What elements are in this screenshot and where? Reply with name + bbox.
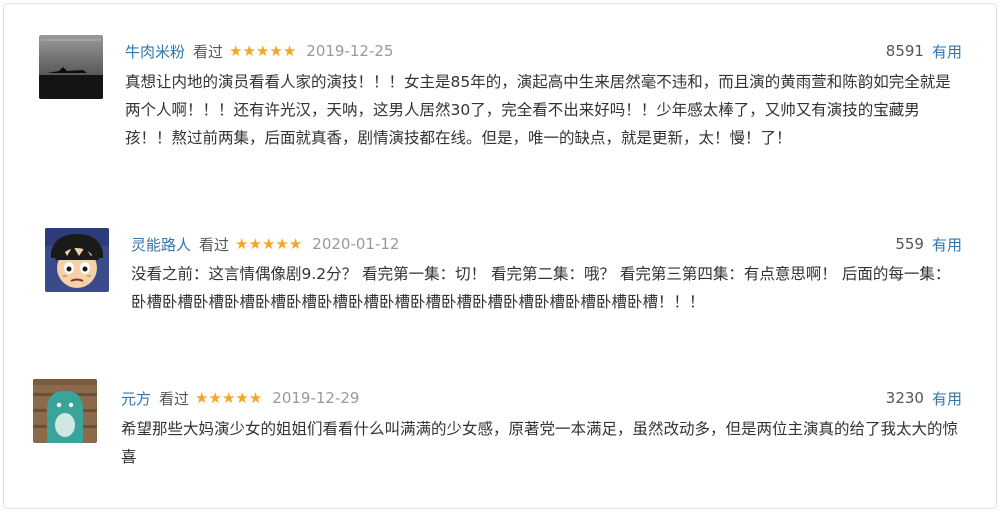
review-date: 2020-01-12 — [312, 235, 400, 253]
review-content: 希望那些大妈演少女的姐姐们看看什么叫满满的少女感，原著党一本满足，虽然改动多，但… — [121, 420, 959, 466]
review-meta: 元方 看过 ★ ★ ★ ★ ★ 2019-12-29 — [121, 386, 359, 410]
review-item: 牛肉米粉 看过 ★ ★ ★ ★ ★ 2019-12-25 8591 有用 真想让… — [4, 4, 996, 184]
useful-button[interactable]: 有用 — [932, 388, 962, 409]
username-link[interactable]: 元方 — [121, 388, 151, 409]
star-icon: ★ — [288, 234, 303, 253]
avatar[interactable] — [45, 228, 109, 292]
watched-label: 看过 — [159, 389, 190, 408]
useful-button[interactable]: 有用 — [932, 41, 962, 62]
star-icon: ★ — [195, 388, 209, 407]
star-icon: ★ — [282, 41, 297, 60]
star-icon: ★ — [242, 41, 256, 60]
useful-button[interactable]: 有用 — [932, 234, 962, 255]
watched-label: 看过 — [199, 235, 230, 254]
star-icon: ★ — [275, 234, 289, 253]
vote-count: 8591 — [885, 42, 924, 60]
vote-area: 8591 有用 — [886, 39, 962, 63]
star-icon: ★ — [248, 234, 262, 253]
star-icon: ★ — [248, 388, 263, 407]
review-date: 2019-12-25 — [306, 42, 394, 60]
dark-landscape-avatar-icon — [39, 35, 103, 99]
reviews-panel: 牛肉米粉 看过 ★ ★ ★ ★ ★ 2019-12-25 8591 有用 真想让… — [3, 3, 997, 509]
star-icon: ★ — [221, 388, 236, 407]
vote-area: 559 有用 — [895, 232, 962, 256]
review-date: 2019-12-29 — [272, 389, 360, 407]
rating-stars: ★ ★ ★ ★ ★ — [229, 41, 297, 60]
rating-stars: ★ ★ ★ ★ ★ — [195, 388, 263, 407]
anime-boy-avatar-icon — [45, 228, 109, 292]
review-meta: 灵能路人 看过 ★ ★ ★ ★ ★ 2020-01-12 — [131, 232, 399, 256]
star-icon: ★ — [208, 388, 222, 407]
username-link[interactable]: 牛肉米粉 — [125, 41, 185, 62]
teal-character-avatar-icon — [33, 379, 97, 443]
review-item: 灵能路人 看过 ★ ★ ★ ★ ★ 2020-01-12 559 有用 没看之前… — [4, 194, 996, 344]
star-icon: ★ — [261, 234, 276, 253]
vote-area: 3230 有用 — [886, 386, 962, 410]
review-meta: 牛肉米粉 看过 ★ ★ ★ ★ ★ 2019-12-25 — [125, 39, 393, 63]
star-icon: ★ — [229, 41, 243, 60]
review-content: 没看之前：这言情偶像剧9.2分？ 看完第一集：切！ 看完第二集：哦？ 看完第三第… — [131, 265, 951, 311]
star-icon: ★ — [269, 41, 283, 60]
review-content: 真想让内地的演员看看人家的演技！！！女主是85年的，演起高中生来居然毫不违和，而… — [125, 73, 951, 147]
rating-stars: ★ ★ ★ ★ ★ — [235, 234, 303, 253]
watched-label: 看过 — [193, 42, 224, 61]
avatar[interactable] — [39, 35, 103, 99]
vote-count: 3230 — [885, 389, 924, 407]
username-link[interactable]: 灵能路人 — [131, 234, 191, 255]
review-item: 元方 看过 ★ ★ ★ ★ ★ 2019-12-29 3230 有用 希望那些大… — [4, 349, 996, 499]
avatar[interactable] — [33, 379, 97, 443]
star-icon: ★ — [235, 234, 249, 253]
star-icon: ★ — [255, 41, 270, 60]
star-icon: ★ — [235, 388, 249, 407]
vote-count: 559 — [895, 235, 924, 253]
